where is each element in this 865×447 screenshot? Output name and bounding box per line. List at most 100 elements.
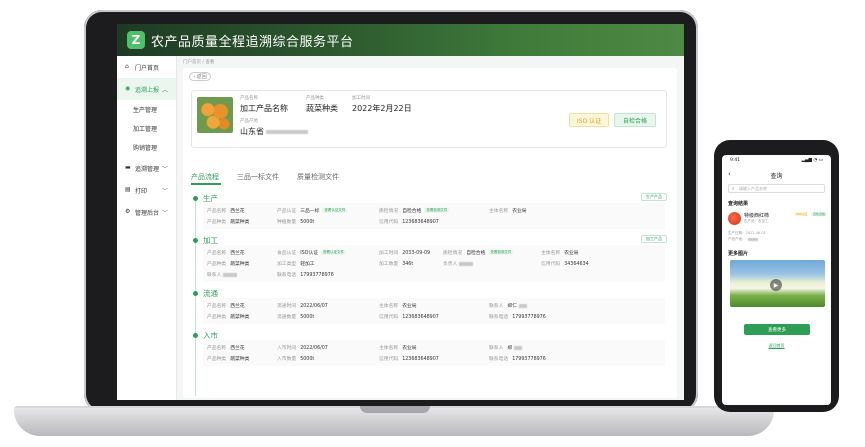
kv-item: 流通数量 5000t xyxy=(277,315,315,320)
kv-item: 入市数量 5000t xyxy=(277,357,315,362)
kv-item: 产品名称 西兰花 xyxy=(207,346,245,351)
kv-item: 主体名称 农业局 xyxy=(379,346,417,351)
kv-item: 联系人 xyxy=(207,271,238,278)
sidebar-sub-item-processing[interactable]: 加工管理 xyxy=(117,119,176,138)
kv-item: 食品认证 ISO认证 查看认证文件 xyxy=(277,250,347,256)
sidebar-item-label: 追溯管理 xyxy=(135,165,160,173)
kv-item: 产品名称 西兰花 xyxy=(207,304,245,309)
kv-item: 质检情况 自检合格 查看检测文件 xyxy=(443,250,514,256)
tab-certification-files[interactable]: 三品一标文件 xyxy=(237,172,279,182)
chevron-down-icon: ﹀ xyxy=(161,187,168,195)
self-check-badge[interactable]: 自检合格 xyxy=(614,113,656,127)
sidebar-item-label: 管理后台 xyxy=(135,209,160,217)
kv-item: 产品名称 西兰花 xyxy=(207,251,245,256)
kv-item: 加工数量 346t xyxy=(379,262,414,267)
kv-item: 产品种类 蔬菜种类 xyxy=(207,315,250,320)
product-origin-label: 产品产地 xyxy=(240,119,258,124)
stage-box-process: 产品名称 西兰花 食品认证 ISO认证 查看认证文件 加工时间 2033-09-09 质… xyxy=(203,245,665,282)
laptop-notch xyxy=(360,406,430,413)
tomato-image xyxy=(728,212,741,225)
kv-item: 信用代码 123683648907 xyxy=(379,315,439,320)
view-test-file-link[interactable]: 查看检测文件 xyxy=(424,208,450,213)
phone-nav-bar: ‹ 查询 xyxy=(722,169,831,181)
laptop-screen: Z 农产品质量全程追溯综合服务平台 ⌂ 门户首页 ◉ 追溯上报 ︿ 生产管理 加… xyxy=(117,24,684,400)
main-content: 门户首页 / 查看 ‹ 返回 产品名称 加工产品名称 产品种类 蔬菜种类 加工时… xyxy=(181,56,684,400)
sidebar: ⌂ 门户首页 ◉ 追溯上报 ︿ 生产管理 加工管理 购销管理 ▬ 追溯管理 ﹀ … xyxy=(117,56,177,400)
back-button[interactable]: ‹ 返回 xyxy=(189,72,211,81)
sidebar-item-print[interactable]: ▤ 打印 ﹀ xyxy=(117,179,176,201)
phone-production-date: 生产日期：2022-06-01 xyxy=(728,231,766,235)
kv-item: 产品种类 蔬菜种类 xyxy=(207,262,250,267)
sidebar-item-label: 门户首页 xyxy=(135,64,160,72)
kv-item: 负责人 xyxy=(443,260,474,267)
phone-search-input[interactable]: ⌕ 请输入产品名称 xyxy=(728,184,825,193)
kv-item: 产品种类 蔬菜种类 xyxy=(207,220,250,225)
phone-product-sub: 农产品：农加工 xyxy=(744,219,769,223)
phone-title: 查询 xyxy=(770,173,783,180)
product-image xyxy=(197,97,233,133)
product-name: 加工产品名称 xyxy=(240,104,288,113)
phone-origin: 产品产地： xyxy=(728,237,758,242)
product-origin: 山东省 xyxy=(240,126,308,137)
sidebar-item-trace-manage[interactable]: ▬ 追溯管理 ﹀ xyxy=(117,157,176,179)
kv-item: 主体名称 农业局 xyxy=(379,304,417,309)
kv-item: 产品认证 三品一标 查看认证文件 xyxy=(277,208,348,214)
kv-item: 种植数量 5000t xyxy=(277,220,315,225)
play-icon[interactable]: ▶ xyxy=(770,279,782,291)
sidebar-item-label: 追溯上报 xyxy=(135,86,160,94)
tab-quality-files[interactable]: 质量检测文件 xyxy=(297,172,339,182)
stage-dot xyxy=(193,196,198,201)
product-name-label: 产品名称 xyxy=(240,96,258,101)
kv-item: 联系电话 17993778976 xyxy=(489,315,546,320)
kv-item: 主体名称 农业局 xyxy=(541,251,579,256)
iso-cert-tag: ISO认证 xyxy=(794,212,810,216)
stage-dot xyxy=(193,238,198,243)
kv-item: 主体名称 农业局 xyxy=(489,209,527,214)
iso-cert-badge[interactable]: ISO 认证 xyxy=(569,113,609,127)
self-check-tag: 自检合格 xyxy=(811,212,828,216)
product-type: 蔬菜种类 xyxy=(306,104,338,113)
printer-icon: ▤ xyxy=(125,186,131,193)
kv-item: 质检情况 自检合格 查看检测文件 xyxy=(379,208,450,214)
view-cert-file-link[interactable]: 查看认证文件 xyxy=(322,208,348,213)
view-more-button[interactable]: 查看更多 xyxy=(744,324,810,335)
chevron-down-icon: ﹀ xyxy=(161,209,168,217)
sidebar-sub-item-production[interactable]: 生产管理 xyxy=(117,100,176,119)
kv-item: 入市时间 2022/06/07 xyxy=(277,346,328,351)
phone-product-name: 特级西红柿 xyxy=(744,213,770,219)
tab-product-flow[interactable]: 产品流程 xyxy=(191,172,219,182)
view-test-file-link[interactable]: 查看检测文件 xyxy=(488,250,514,255)
product-type-label: 产品种类 xyxy=(306,96,324,101)
kv-item: 加工类型 轻加工 xyxy=(277,262,315,267)
tab-bar: 产品流程 三品一标文件 质量检测文件 xyxy=(191,172,339,182)
sidebar-item-home[interactable]: ⌂ 门户首页 xyxy=(117,56,176,78)
kv-item: 联系电话 17993778976 xyxy=(277,273,334,278)
product-summary-card: 产品名称 加工产品名称 产品种类 蔬菜种类 加工时间 2022年2月22日 产品… xyxy=(191,90,667,148)
sidebar-item-label: 打印 xyxy=(135,187,148,195)
kv-item: 联系人 郑仁 xyxy=(489,302,528,309)
phone-status-icons: ▂▄▆ ◔ ▭ xyxy=(801,158,823,163)
breadcrumb: 门户首页 / 查看 xyxy=(183,60,215,65)
process-product-button[interactable]: 加工产品 xyxy=(641,235,667,243)
return-link[interactable]: 返回首页 xyxy=(722,343,831,349)
gear-icon: ⚙ xyxy=(125,208,131,215)
result-title: 查询结果 xyxy=(728,201,749,207)
view-cert-file-link[interactable]: 查看认证文件 xyxy=(321,250,347,255)
upload-icon: ◉ xyxy=(125,85,131,92)
produce-product-button[interactable]: 生产产品 xyxy=(641,193,667,201)
kv-item: 信用代码 123683648907 xyxy=(379,357,439,362)
stage-dot xyxy=(193,291,198,296)
stage-dot xyxy=(193,333,198,338)
app-title: 农产品质量全程追溯综合服务平台 xyxy=(151,34,354,50)
kv-item: 联系人郑 xyxy=(489,344,523,351)
process-time: 2022年2月22日 xyxy=(352,104,412,113)
search-placeholder: 请输入产品名称 xyxy=(739,185,767,191)
kv-item: 加工时间 2033-09-09 xyxy=(379,251,431,256)
phone-screen: 9:41 ▂▄▆ ◔ ▭ ‹ 查询 ⌕ 请输入产品名称 查询结果 特级西红柿 农… xyxy=(722,155,831,405)
sidebar-sub-item-sales[interactable]: 购销管理 xyxy=(117,138,176,157)
truck-icon: ▬ xyxy=(125,164,131,171)
back-label: 返回 xyxy=(196,74,207,80)
chevron-down-icon: ﹀ xyxy=(161,165,168,173)
sidebar-item-admin[interactable]: ⚙ 管理后台 ﹀ xyxy=(117,201,176,223)
sidebar-item-report[interactable]: ◉ 追溯上报 ︿ xyxy=(117,78,176,100)
